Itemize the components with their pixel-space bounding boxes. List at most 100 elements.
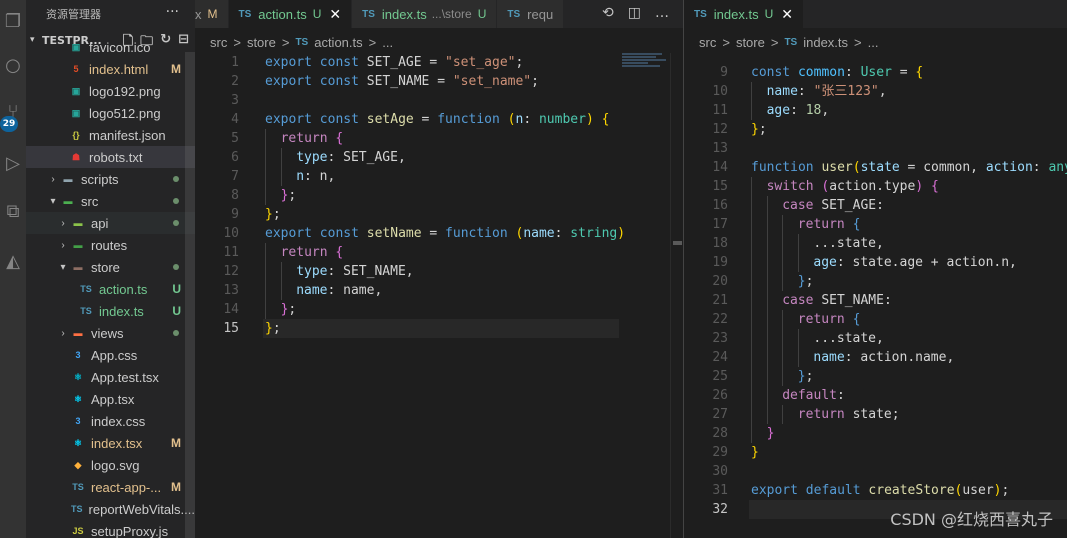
code-line[interactable]: 16 case SET_AGE: [684, 196, 1067, 215]
breadcrumb-item[interactable]: store [736, 35, 765, 50]
sash-handle[interactable] [673, 241, 682, 245]
code-text: export default createStore(user); [751, 481, 1009, 500]
code-line[interactable]: 6 type: SET_AGE, [195, 148, 683, 167]
extensions-icon[interactable]: ⧉ [0, 198, 26, 224]
code-text: }; [751, 120, 767, 139]
breadcrumb-item[interactable]: ... [382, 35, 393, 50]
code-token: { [335, 245, 344, 260]
tree-item[interactable]: › ▬ scripts [26, 168, 195, 190]
run-debug-icon[interactable]: ▷ [0, 150, 26, 176]
explorer-files-icon[interactable]: ❐ [0, 8, 26, 34]
code-line[interactable]: 8}; [195, 186, 683, 205]
code-line[interactable]: 24 name: action.name, [684, 348, 1067, 367]
code-line[interactable]: 9 const common: User = { [684, 63, 1067, 82]
tab-requ[interactable]: TS requ [497, 0, 565, 28]
code-line[interactable]: 12}; [684, 120, 1067, 139]
tree-item[interactable]: › ▬ api [26, 212, 195, 234]
code-line[interactable]: 25}; [684, 367, 1067, 386]
code-line[interactable]: 20}; [684, 272, 1067, 291]
code-line[interactable]: 26 default: [684, 386, 1067, 405]
tab-index-ts[interactable]: TS index.ts ...\store U [352, 0, 498, 28]
tree-item[interactable]: TS react-app-... M [26, 476, 195, 498]
code-line[interactable]: 9}; [195, 205, 683, 224]
minimap[interactable] [622, 53, 670, 83]
code-editor-left[interactable]: 1 export const SET_AGE = "set_age"; 2 expor… [195, 53, 683, 338]
tree-item[interactable]: ▾ ▬ src [26, 190, 195, 212]
tree-item[interactable]: ⚛ App.tsx [26, 388, 195, 410]
code-token: setAge [366, 112, 414, 127]
tree-item[interactable]: ⚛ index.tsx M [26, 432, 195, 454]
code-token: state; [844, 407, 900, 422]
close-icon[interactable]: ✕ [329, 6, 341, 23]
tree-item[interactable]: ▣ favicon.ico [26, 36, 195, 58]
breadcrumb-item[interactable]: index.ts [803, 35, 848, 50]
code-line[interactable]: 13 name: name, [195, 281, 683, 300]
close-icon[interactable]: ✕ [781, 6, 793, 23]
more-actions-icon[interactable]: ··· [166, 4, 179, 20]
code-line[interactable]: 21 case SET_NAME: [684, 291, 1067, 310]
tree-item-label: reportWebVitals.... [88, 501, 195, 517]
code-line[interactable]: 23 ...state, [684, 329, 1067, 348]
code-line[interactable]: 14}; [195, 300, 683, 319]
tree-item[interactable]: ▣ logo512.png [26, 102, 195, 124]
breadcrumb-item[interactable]: src [699, 35, 716, 50]
code-line[interactable]: 27 return state; [684, 405, 1067, 424]
code-line[interactable]: 17 return { [684, 215, 1067, 234]
tree-item[interactable]: ☗ robots.txt [26, 146, 195, 168]
code-text: return state; [798, 405, 900, 424]
code-line[interactable]: 29} [684, 443, 1067, 462]
tab-action-ts[interactable]: TS action.ts U ✕ [228, 0, 353, 28]
editor-group-left: x M TS action.ts U ✕ TS index.ts ...\store U TS req… [195, 0, 683, 538]
tree-item[interactable]: ◆ logo.svg [26, 454, 195, 476]
tree-item[interactable]: ⚛ App.test.tsx [26, 366, 195, 388]
code-line[interactable]: 22 return { [684, 310, 1067, 329]
code-line[interactable]: 3 [195, 91, 683, 110]
code-line[interactable]: 10 export const setName = function (name:… [195, 224, 683, 243]
tree-item[interactable]: TS reportWebVitals.... [26, 498, 195, 520]
tree-item[interactable]: 5 index.html M [26, 58, 195, 80]
code-line[interactable]: 4 export const setAge = function (n: numb… [195, 110, 683, 129]
breadcrumb-item[interactable]: src [210, 35, 227, 50]
tree-item[interactable]: TS action.ts U [26, 278, 195, 300]
code-line[interactable]: 10 name: "张三123", [684, 82, 1067, 101]
sidebar-scrollbar[interactable] [185, 52, 195, 538]
tree-item[interactable]: ▾ ▬ store [26, 256, 195, 278]
code-line[interactable]: 13 [684, 139, 1067, 158]
tree-item-label: scripts [81, 171, 119, 187]
code-editor-right[interactable]: 9 const common: User = {10 name: "张三123", 1… [684, 63, 1067, 519]
code-line[interactable]: 14 function user(state = common, action: … [684, 158, 1067, 177]
more-actions-icon[interactable]: … [655, 5, 669, 21]
code-line[interactable]: 15}; [195, 319, 683, 338]
breadcrumb-item[interactable]: ... [868, 35, 879, 50]
tree-item[interactable]: TS index.ts U [26, 300, 195, 322]
tree-item[interactable]: 3 index.css [26, 410, 195, 432]
tree-item[interactable]: 3 App.css [26, 344, 195, 366]
code-line[interactable]: 19 age: state.age + action.n, [684, 253, 1067, 272]
docker-icon[interactable]: ◭ [0, 248, 26, 274]
tree-item[interactable]: {} manifest.json [26, 124, 195, 146]
tree-item[interactable]: › ▬ routes [26, 234, 195, 256]
code-line[interactable]: 5 return { [195, 129, 683, 148]
code-line[interactable]: 28} [684, 424, 1067, 443]
code-line[interactable]: 18 ...state, [684, 234, 1067, 253]
tree-item[interactable]: › ▬ views [26, 322, 195, 344]
tree-item[interactable]: JS setupProxy.js [26, 520, 195, 538]
open-changes-icon[interactable]: ⟲ [602, 5, 614, 21]
code-line[interactable]: 30 [684, 462, 1067, 481]
breadcrumb-item[interactable]: action.ts [314, 35, 362, 50]
code-line[interactable]: 7 n: n, [195, 167, 683, 186]
editor-scrollbar[interactable] [670, 53, 683, 538]
code-line[interactable]: 15 switch (action.type) { [684, 177, 1067, 196]
search-icon[interactable]: ○ [0, 52, 26, 78]
tab-index-ts[interactable]: TS index.ts U ✕ [684, 0, 804, 28]
code-line[interactable]: 11 return { [195, 243, 683, 262]
tab-x[interactable]: xM [195, 0, 229, 28]
tree-item[interactable]: ▣ logo192.png [26, 80, 195, 102]
code-line[interactable]: 2 export const SET_NAME = "set_name"; [195, 72, 683, 91]
split-editor-icon[interactable]: ◫ [628, 5, 641, 21]
breadcrumb-item[interactable]: store [247, 35, 276, 50]
code-line[interactable]: 11 age: 18, [684, 101, 1067, 120]
code-line[interactable]: 1 export const SET_AGE = "set_age"; [195, 53, 683, 72]
code-line[interactable]: 12 type: SET_NAME, [195, 262, 683, 281]
code-line[interactable]: 31 export default createStore(user); [684, 481, 1067, 500]
